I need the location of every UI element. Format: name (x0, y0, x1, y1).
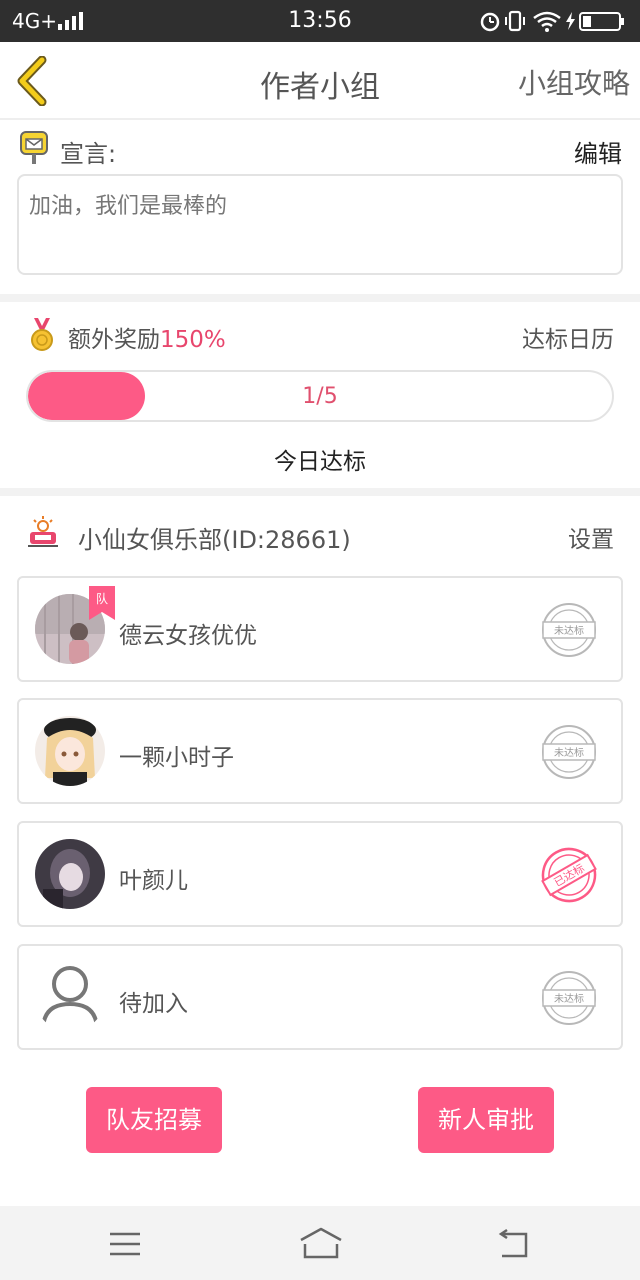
member-name: 待加入 (119, 991, 188, 1017)
home-icon[interactable] (298, 1226, 344, 1260)
today-status: 今日达标 (274, 449, 366, 475)
group-guide-link[interactable]: 小组攻略 (518, 62, 630, 102)
divider (0, 488, 640, 496)
avatar (35, 839, 105, 909)
not-reached-stamp-icon: 未达标 (542, 971, 596, 1025)
calendar-link[interactable]: 达标日历 (522, 320, 614, 354)
member-name: 叶颜儿 (119, 868, 188, 894)
avatar (35, 716, 105, 786)
member-name: 一颗小时子 (119, 745, 234, 771)
bonus-percent: 150% (160, 327, 226, 353)
declaration-text: 加油，我们是最棒的 (17, 174, 623, 275)
status-icons (480, 10, 624, 32)
wifi-icon (533, 11, 561, 32)
bonus-label: 额外奖励 (68, 327, 160, 353)
divider (0, 294, 640, 302)
member-name: 德云女孩优优 (119, 623, 257, 649)
member-card[interactable]: 叶颜儿 已达标 (17, 821, 623, 927)
header: 作者小组 小组攻略 (0, 42, 640, 120)
system-nav-bar (0, 1206, 640, 1280)
not-reached-stamp-icon: 未达标 (542, 725, 596, 779)
stamp-label: 未达标 (554, 993, 584, 1005)
member-card[interactable]: 一颗小时子 未达标 (17, 698, 623, 804)
not-reached-stamp-icon: 未达标 (542, 603, 596, 657)
menu-icon[interactable] (108, 1230, 142, 1258)
captain-badge: 队 (89, 586, 115, 620)
charging-icon (566, 12, 575, 30)
mailbox-icon (20, 131, 48, 164)
medal-icon (31, 318, 53, 351)
progress-text: 1/5 (302, 384, 338, 409)
stamp-label: 未达标 (554, 625, 584, 637)
declaration-section: 宣言: 编辑 加油，我们是最棒的 (0, 122, 640, 294)
member-card[interactable]: 待加入 未达标 (17, 944, 623, 1050)
alarm-icon (480, 12, 500, 32)
recruit-button[interactable]: 队友招募 (86, 1087, 222, 1153)
vibrate-icon (505, 10, 525, 32)
member-card[interactable]: 队 德云女孩优优 未达标 (17, 576, 623, 682)
settings-link[interactable]: 设置 (568, 520, 614, 554)
edit-button[interactable]: 编辑 (574, 134, 622, 169)
battery-icon (579, 12, 624, 31)
progress-bar: 1/5 (26, 370, 614, 422)
reached-stamp-icon: 已达标 (541, 847, 597, 903)
extra-bonus: 额外奖励150% (68, 320, 226, 354)
captain-badge-label: 队 (96, 591, 108, 606)
reward-section: 额外奖励150% 达标日历 1/5 今日达标 (0, 302, 640, 488)
stamp-label: 未达标 (554, 747, 584, 759)
club-name: 小仙女俱乐部(ID:28661) (78, 526, 351, 554)
approve-button[interactable]: 新人审批 (418, 1087, 554, 1153)
club-icon (28, 516, 58, 547)
empty-user-icon (41, 966, 99, 1031)
declaration-label: 宣言: (60, 140, 117, 168)
status-bar: 4G+ 13:56 (0, 0, 640, 42)
back-icon[interactable] (496, 1228, 534, 1260)
